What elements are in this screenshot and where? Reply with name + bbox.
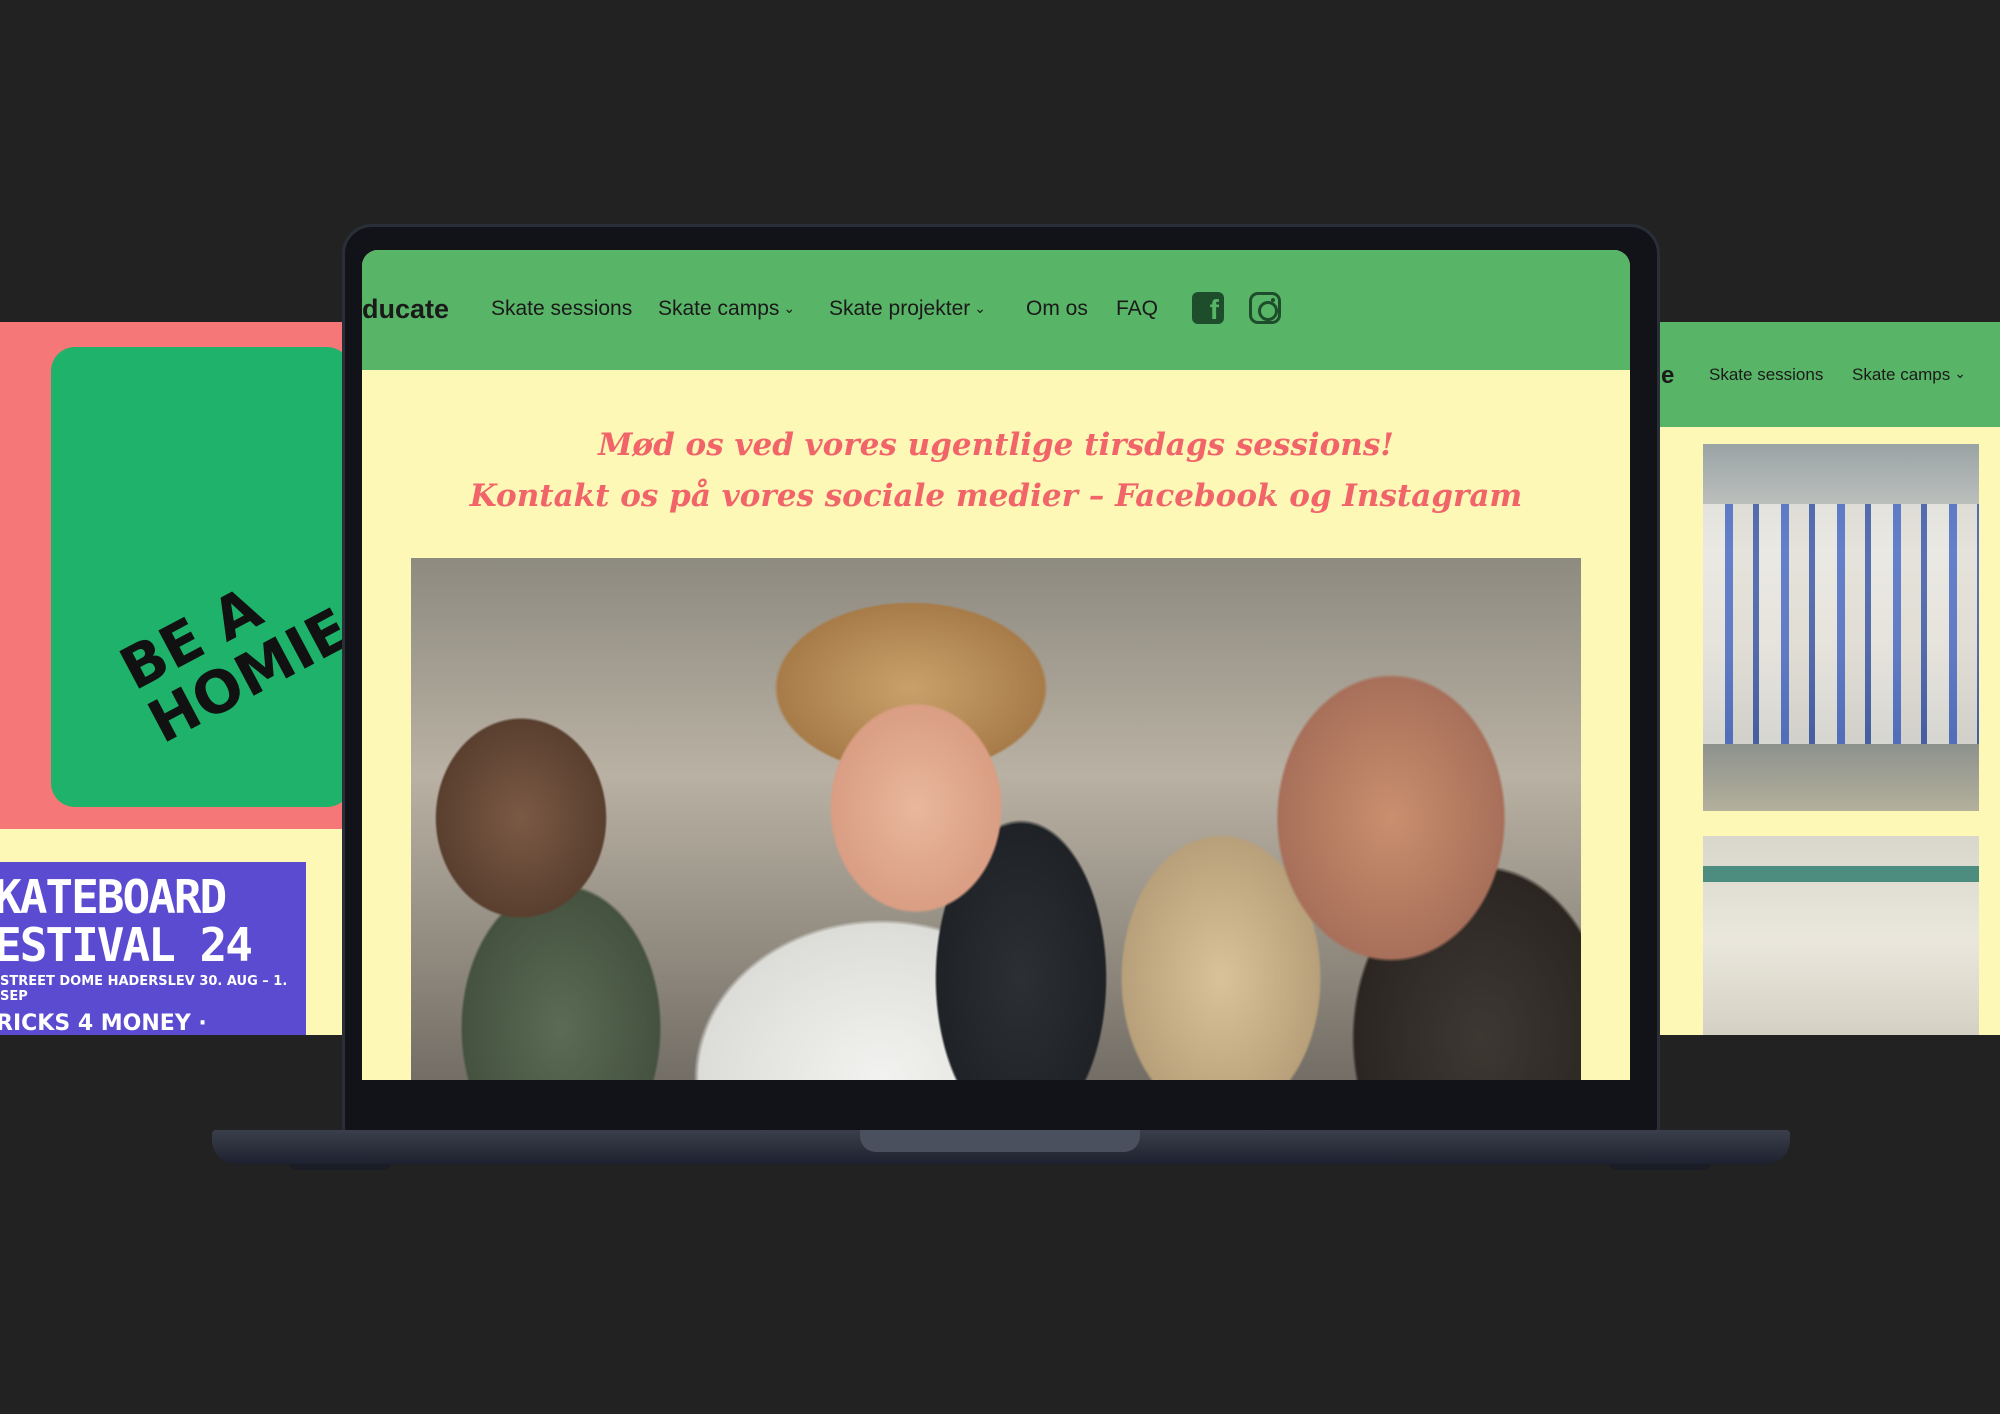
chevron-down-icon: ⌄ xyxy=(974,300,986,316)
right-logo-fragment: e xyxy=(1661,362,1675,389)
instagram-icon[interactable] xyxy=(1249,292,1281,324)
hero-headline: Mød os ved vores ugentlige tirsdags sess… xyxy=(362,420,1630,522)
left-side-screenshot: BE A HOMIE KATEBOARD ESTIVAL 24 STREET D… xyxy=(0,322,345,1035)
right-nav-skate-camps[interactable]: Skate camps ⌄ xyxy=(1852,365,1966,385)
be-a-homie-illustration: BE A HOMIE xyxy=(51,347,345,807)
laptop-screen: ducate Skate sessions Skate camps ⌄ Skate… xyxy=(362,250,1630,1080)
nav-faq[interactable]: FAQ xyxy=(1116,297,1158,321)
hero-photo-skater-girl xyxy=(411,558,1581,1080)
nav-skate-camps[interactable]: Skate camps ⌄ xyxy=(658,297,795,321)
facebook-icon[interactable]: f xyxy=(1192,292,1224,325)
group-photo xyxy=(1703,444,1979,811)
poster-title-line1: KATEBOARD xyxy=(0,870,227,924)
laptop-notch xyxy=(860,1130,1140,1152)
poster-program: RICKS 4 MONEY · STREETDOMEN · AR · SKATE… xyxy=(0,1011,207,1036)
festival-poster: KATEBOARD ESTIVAL 24 STREET DOME HADERSL… xyxy=(0,862,306,1035)
skatehall-photo xyxy=(1703,836,1979,1035)
nav-skate-projekter-label: Skate projekter xyxy=(829,297,971,320)
hall-beam xyxy=(1703,866,1979,882)
poster-title-line2: ESTIVAL 24 xyxy=(0,918,253,972)
illustration-text: BE A HOMIE xyxy=(109,573,345,757)
right-nav-bar: e Skate sessions Skate camps ⌄ xyxy=(1655,322,2000,427)
nav-om-os[interactable]: Om os xyxy=(1026,297,1088,321)
headline-line1: Mød os ved vores ugentlige tirsdags sess… xyxy=(598,427,1394,463)
laptop-foot-left xyxy=(290,1164,390,1170)
crowd-shape xyxy=(1703,504,1979,744)
right-nav-label: Skate camps xyxy=(1852,365,1951,384)
right-nav-skate-sessions[interactable]: Skate sessions xyxy=(1709,365,1823,385)
nav-skate-sessions[interactable]: Skate sessions xyxy=(491,297,632,321)
right-side-screenshot: e Skate sessions Skate camps ⌄ xyxy=(1655,322,2000,1035)
site-logo[interactable]: ducate xyxy=(362,294,449,325)
chevron-down-icon: ⌄ xyxy=(783,300,796,316)
nav-skate-projekter[interactable]: Skate projekter ⌄ xyxy=(829,297,986,321)
laptop-foot-right xyxy=(1610,1164,1710,1170)
poster-meta: STREET DOME HADERSLEV 30. AUG – 1. SEP xyxy=(0,974,288,1004)
headline-line2: Kontakt os på vores sociale medier – Fac… xyxy=(469,478,1523,514)
site-navbar: ducate Skate sessions Skate camps ⌄ Skate… xyxy=(362,250,1630,370)
chevron-down-icon: ⌄ xyxy=(1954,365,1966,381)
nav-skate-camps-label: Skate camps xyxy=(658,297,780,320)
